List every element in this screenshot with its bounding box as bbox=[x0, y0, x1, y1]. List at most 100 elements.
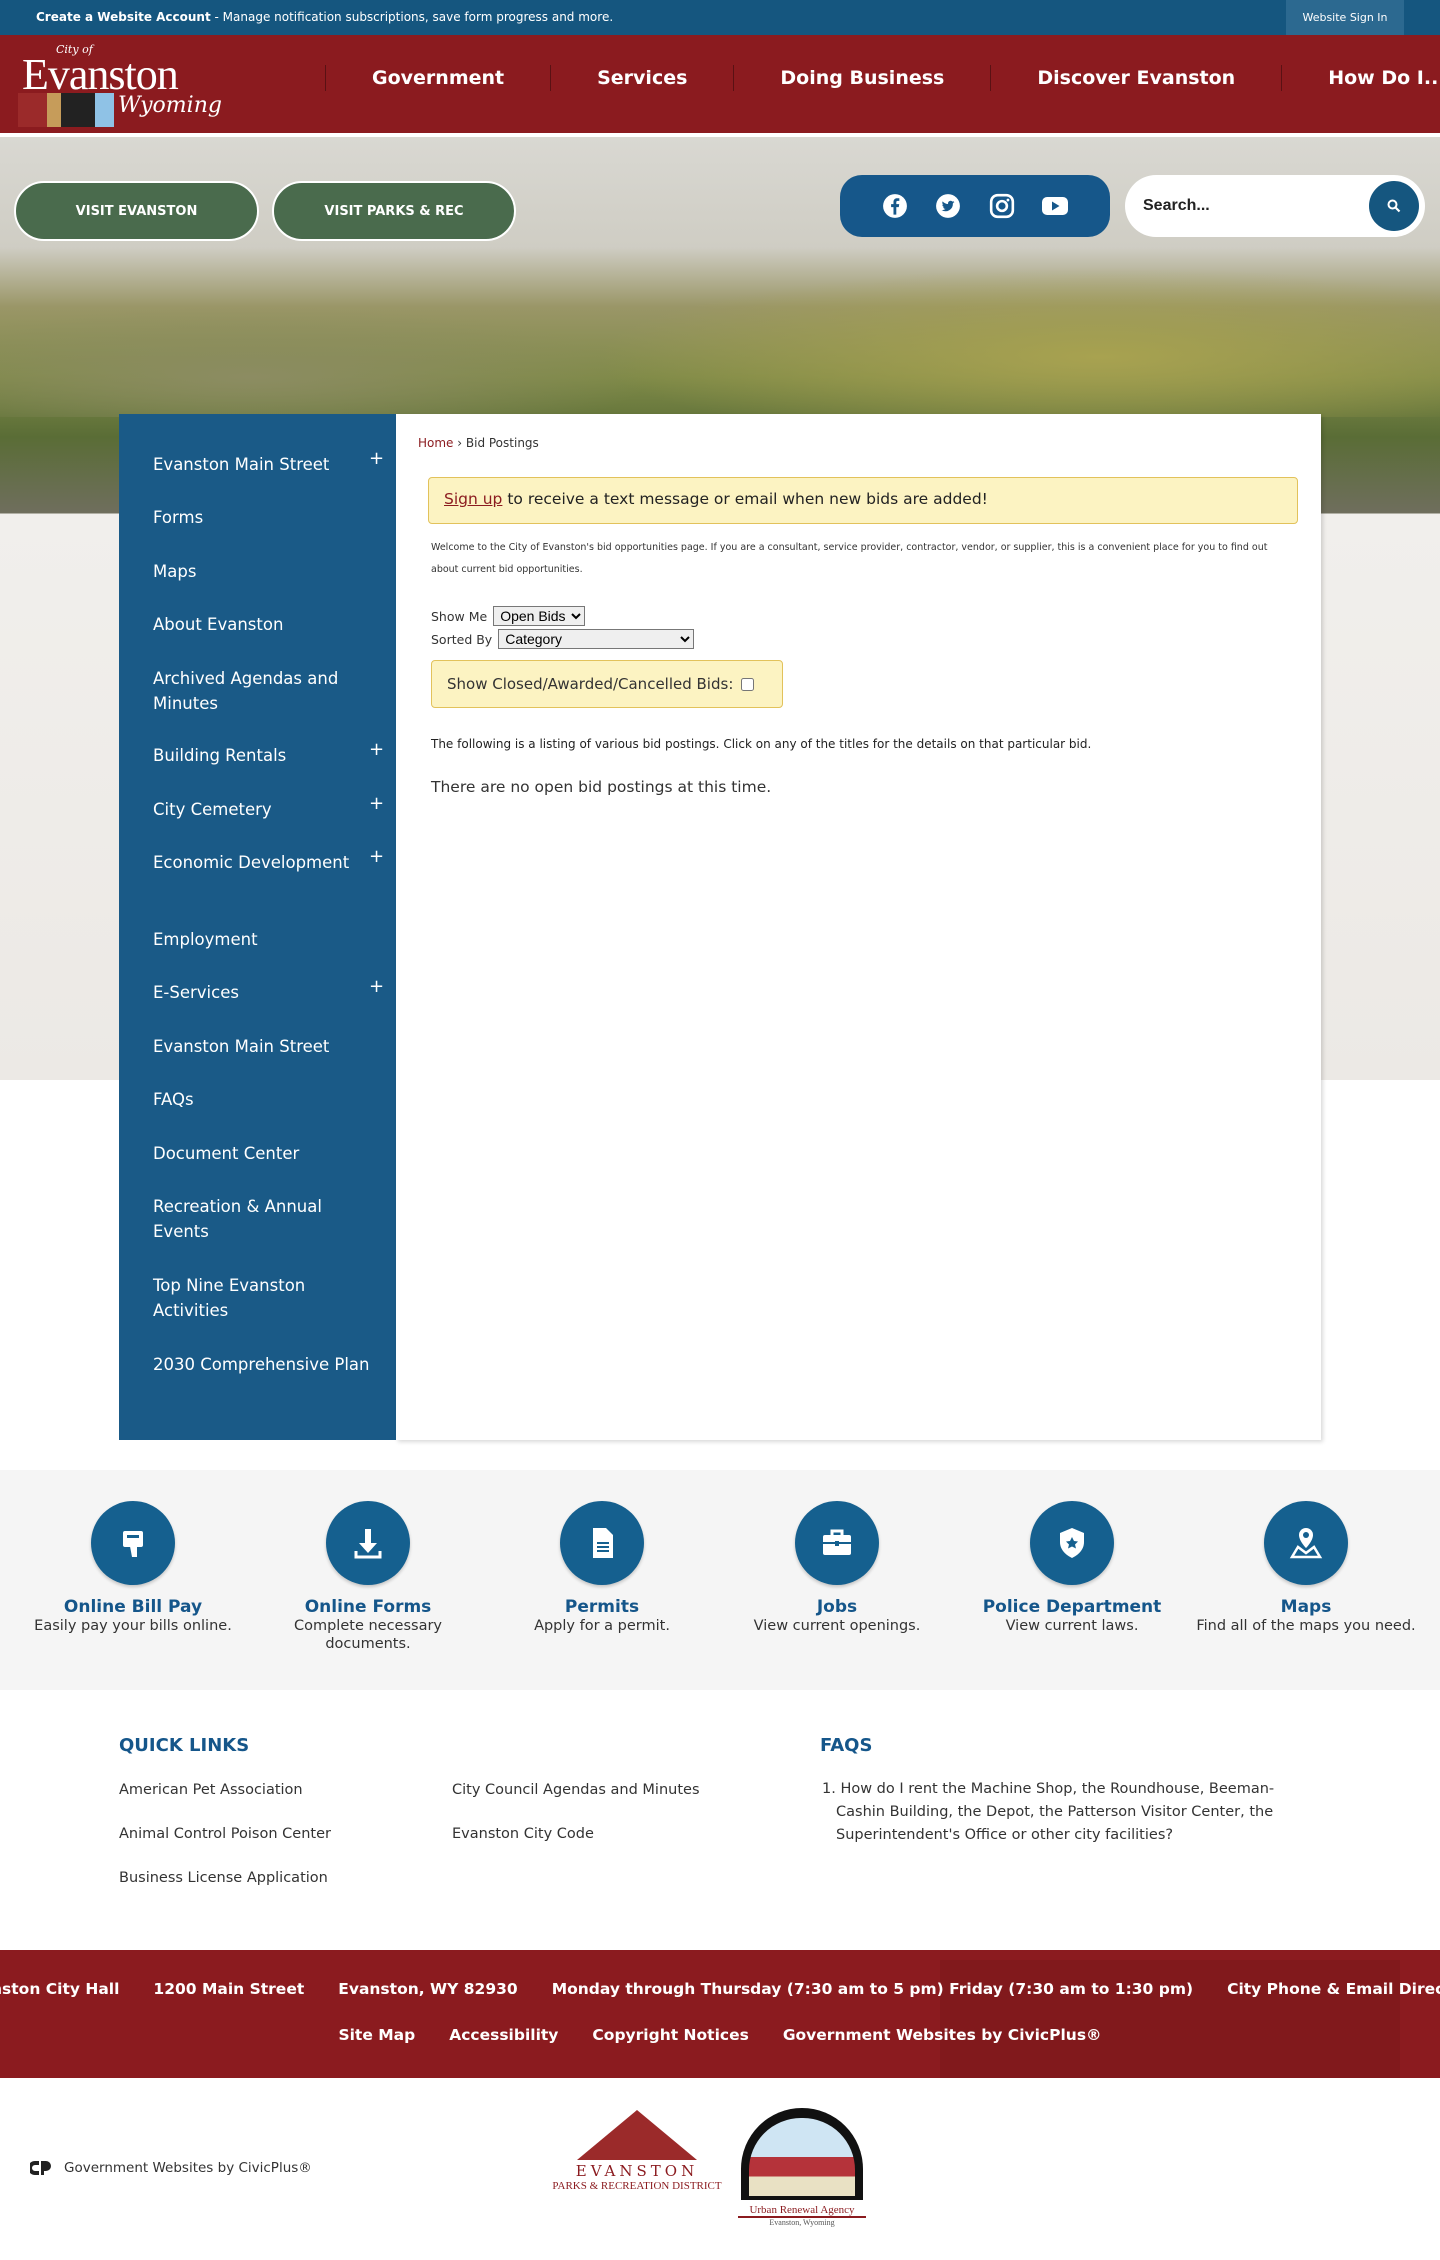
search-button[interactable] bbox=[1369, 181, 1419, 231]
expand-plus-icon[interactable]: + bbox=[369, 448, 384, 469]
main-street-logo[interactable]: Urban Renewal Agency Evanston, Wyoming bbox=[738, 2108, 866, 2238]
quick-link-police-department[interactable]: Police Department View current laws. bbox=[957, 1501, 1187, 1635]
site-footer: Evanston City Hall 1200 Main Street Evanst… bbox=[0, 1950, 1440, 2078]
nav-doing-business[interactable]: Doing Business bbox=[733, 65, 990, 91]
quick-link-title: Online Bill Pay bbox=[63, 1597, 203, 1617]
parks-recreation-logo[interactable]: EVANSTON PARKS & RECREATION DISTRICT bbox=[552, 2110, 722, 2202]
sidebar-item[interactable]: 2030 Comprehensive Plan bbox=[153, 1352, 373, 1377]
sidebar-item[interactable]: Document Center bbox=[153, 1141, 373, 1166]
nav-discover-evanston[interactable]: Discover Evanston bbox=[990, 65, 1281, 91]
download-icon bbox=[354, 1529, 382, 1559]
quick-link-desc: View current openings. bbox=[753, 1618, 921, 1634]
show-me-label: Show Me bbox=[431, 608, 488, 624]
sidebar-item[interactable]: FAQs bbox=[153, 1087, 373, 1112]
sidebar-item[interactable]: Employment bbox=[153, 927, 373, 952]
sidebar-item[interactable]: Evanston Main Street bbox=[153, 452, 373, 477]
civicplus-credit[interactable]: Government Websites by CivicPlus® bbox=[30, 2160, 312, 2176]
sign-up-link[interactable]: Sign up bbox=[444, 490, 502, 508]
quick-link[interactable]: Evanston City Code bbox=[452, 1826, 594, 1842]
sidebar-item[interactable]: Building Rentals bbox=[153, 743, 373, 768]
quick-link-desc: Easily pay your bills online. bbox=[34, 1618, 232, 1634]
footer-link[interactable]: 1200 Main Street bbox=[153, 1980, 304, 1998]
site-header: City of Evanston Wyoming Government Serv… bbox=[0, 35, 1440, 137]
quick-links-heading: QUICK LINKS bbox=[119, 1735, 250, 1756]
footer-link[interactable]: Accessibility bbox=[449, 2026, 558, 2044]
nav-government[interactable]: Government bbox=[325, 65, 550, 91]
city-logo[interactable]: City of Evanston Wyoming bbox=[18, 41, 222, 131]
show-closed-checkbox[interactable] bbox=[741, 677, 755, 691]
show-closed-box: Show Closed/Awarded/Cancelled Bids: bbox=[431, 660, 783, 708]
youtube-icon[interactable] bbox=[1041, 192, 1069, 220]
quick-link[interactable]: City Council Agendas and Minutes bbox=[452, 1782, 700, 1798]
footer-link[interactable]: Evanston City Hall bbox=[0, 1980, 119, 1998]
quick-link-desc: Apply for a permit. bbox=[534, 1618, 670, 1634]
sidebar-item[interactable]: Archived Agendas and Minutes bbox=[153, 666, 373, 716]
footer-link[interactable]: Government Websites by CivicPlus® bbox=[783, 2026, 1102, 2044]
visit-parks-button[interactable]: VISIT PARKS & REC bbox=[272, 181, 516, 241]
sidebar-item[interactable]: E-Services bbox=[153, 980, 373, 1005]
quick-link-title: Online Forms bbox=[304, 1597, 432, 1617]
sidebar-item[interactable]: Evanston Main Street bbox=[153, 1034, 373, 1059]
quick-link-jobs[interactable]: Jobs View current openings. bbox=[722, 1501, 952, 1635]
search-box bbox=[1125, 175, 1425, 237]
expand-plus-icon[interactable]: + bbox=[369, 739, 384, 760]
sidebar-item[interactable]: Forms bbox=[153, 505, 373, 530]
footer-link[interactable]: Site Map bbox=[338, 2026, 415, 2044]
sorted-by-select[interactable]: Category bbox=[498, 629, 695, 649]
search-input[interactable] bbox=[1143, 197, 1343, 215]
nav-services[interactable]: Services bbox=[550, 65, 733, 91]
faqs-heading: FAQS bbox=[820, 1735, 873, 1756]
sidebar-item[interactable]: About Evanston bbox=[153, 612, 373, 637]
quick-link-desc: View current laws. bbox=[1005, 1618, 1139, 1634]
sidebar-item[interactable]: Economic Development bbox=[153, 850, 373, 875]
quick-link-permits[interactable]: Permits Apply for a permit. bbox=[487, 1501, 717, 1635]
quick-link-online-bill-pay[interactable]: Online Bill Pay Easily pay your bills onl… bbox=[18, 1501, 248, 1635]
instagram-icon[interactable] bbox=[988, 192, 1016, 220]
quick-link[interactable]: Business License Application bbox=[119, 1870, 328, 1886]
quick-link-title: Jobs bbox=[816, 1597, 858, 1617]
quick-link[interactable]: Animal Control Poison Center bbox=[119, 1826, 331, 1842]
search-icon bbox=[1387, 199, 1401, 213]
bottom-bar: Government Websites by CivicPlus® EVANST… bbox=[0, 2078, 1440, 2260]
sidebar-item[interactable]: City Cemetery bbox=[153, 797, 373, 822]
main-nav: Government Services Doing Business Disco… bbox=[325, 65, 1440, 91]
quick-link-maps[interactable]: Maps Find all of the maps you need. bbox=[1191, 1501, 1421, 1635]
breadcrumb: Home › Bid Postings bbox=[418, 436, 539, 450]
visit-evanston-button[interactable]: VISIT EVANSTON bbox=[14, 181, 259, 241]
quick-link-title: Maps bbox=[1280, 1597, 1332, 1617]
footer-link[interactable]: City Phone & Email Directory bbox=[1227, 1980, 1440, 1998]
expand-plus-icon[interactable]: + bbox=[369, 976, 384, 997]
civicplus-icon bbox=[30, 2161, 51, 2175]
bill-pay-icon bbox=[123, 1531, 143, 1557]
website-sign-in-button[interactable]: Website Sign In bbox=[1286, 0, 1404, 35]
map-pin-icon bbox=[1289, 1528, 1323, 1559]
top-bar-message: - Manage notification subscriptions, sav… bbox=[210, 10, 614, 24]
expand-plus-icon[interactable]: + bbox=[369, 793, 384, 814]
quick-link-online-forms[interactable]: Online Forms Complete necessary documents… bbox=[253, 1501, 483, 1653]
quick-link-title: Police Department bbox=[982, 1597, 1162, 1617]
footer-link[interactable]: Copyright Notices bbox=[592, 2026, 748, 2044]
sidebar-item[interactable]: Recreation & Annual Events bbox=[153, 1194, 373, 1244]
breadcrumb-home[interactable]: Home bbox=[418, 436, 453, 450]
expand-plus-icon[interactable]: + bbox=[369, 846, 384, 867]
footer-link[interactable]: Evanston, WY 82930 bbox=[338, 1980, 517, 1998]
sidebar-item[interactable]: Top Nine Evanston Activities bbox=[153, 1273, 373, 1323]
quick-link-desc: Complete necessary documents. bbox=[293, 1618, 443, 1652]
sidebar-item[interactable]: Maps bbox=[153, 559, 373, 584]
welcome-text: Welcome to the City of Evanston's bid op… bbox=[431, 542, 1268, 575]
show-me-select[interactable]: Open Bids bbox=[493, 606, 586, 626]
quick-link[interactable]: American Pet Association bbox=[119, 1782, 303, 1798]
twitter-icon[interactable] bbox=[934, 192, 962, 220]
logo-illustration bbox=[18, 93, 114, 127]
links-section: QUICK LINKS American Pet Association Ani… bbox=[0, 1690, 1440, 1950]
facebook-icon[interactable] bbox=[881, 192, 909, 220]
nav-how-do-i[interactable]: How Do I... bbox=[1281, 65, 1440, 91]
faq-item[interactable]: 1. How do I rent the Machine Shop, the R… bbox=[822, 1778, 1292, 1847]
footer-link[interactable]: Monday through Thursday (7:30 am to 5 pm… bbox=[552, 1980, 1193, 1998]
breadcrumb-current: Bid Postings bbox=[465, 436, 539, 450]
create-account-link[interactable]: Create a Website Account bbox=[36, 10, 211, 24]
quick-link-title: Permits bbox=[564, 1597, 640, 1617]
badge-icon bbox=[1060, 1528, 1084, 1558]
document-icon bbox=[593, 1528, 613, 1558]
sidebar-nav: Evanston Main Street + Forms Maps About Evan… bbox=[119, 414, 396, 1440]
